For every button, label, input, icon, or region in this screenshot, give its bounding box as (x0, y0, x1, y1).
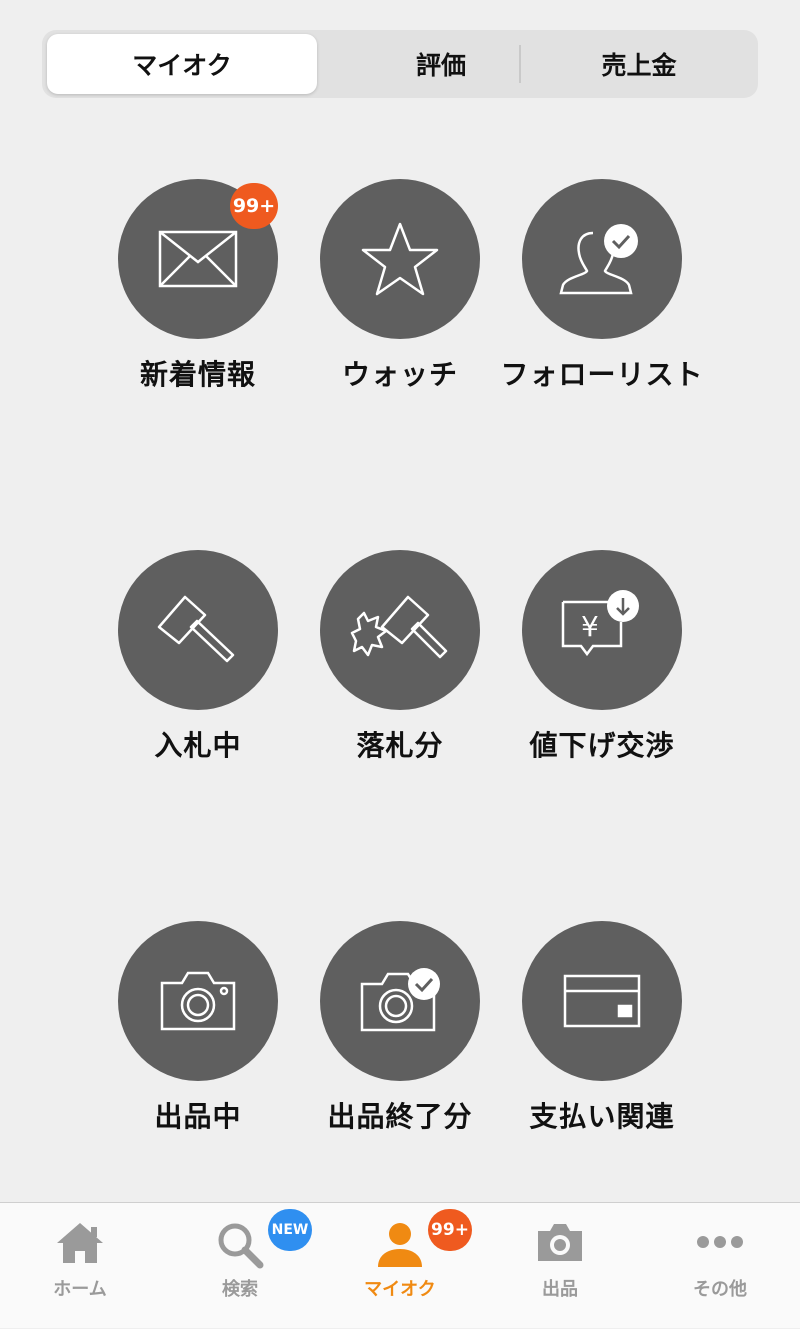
tab-more[interactable]: その他 (640, 1203, 800, 1329)
menu-item-price-negotiation[interactable]: ¥ 値下げ交渉 (502, 550, 702, 764)
menu-item-bidding[interactable]: 入札中 (98, 550, 298, 764)
camera-check-icon (360, 968, 440, 1032)
menu-label: 入札中 (154, 729, 242, 762)
menu-label: ウォッチ (341, 358, 458, 391)
menu-item-new-info[interactable]: 99+ 新着情報 (98, 179, 298, 393)
tab-search[interactable]: NEW 検索 (160, 1203, 320, 1329)
star-icon (361, 222, 439, 296)
menu-circle (320, 921, 480, 1081)
bottom-tab-bar: ホーム NEW 検索 99+ マイオク 出品 その他 (0, 1202, 800, 1328)
menu-item-payment[interactable]: 支払い関連 (502, 921, 702, 1135)
menu-label: 落札分 (356, 729, 444, 762)
search-icon (218, 1223, 264, 1269)
menu-circle (522, 179, 682, 339)
menu-item-listing-ended[interactable]: 出品終了分 (300, 921, 500, 1135)
menu-circle: ¥ (522, 550, 682, 710)
menu-item-watch[interactable]: ウォッチ (300, 179, 500, 393)
menu-label: 出品中 (154, 1100, 242, 1133)
tab-home[interactable]: ホーム (0, 1203, 160, 1329)
new-badge: NEW (268, 1209, 312, 1251)
menu-circle (320, 179, 480, 339)
notification-badge: 99+ (230, 183, 278, 229)
camera-icon (538, 1224, 582, 1261)
menu-item-won[interactable]: 落札分 (300, 550, 500, 764)
gavel-strike-icon (350, 595, 448, 659)
user-check-icon (559, 224, 638, 295)
segment-myauc[interactable]: マイオク (47, 34, 317, 94)
person-icon (378, 1223, 422, 1267)
segmented-control: マイオク 評価 売上金 (42, 30, 758, 98)
home-icon (57, 1223, 103, 1263)
menu-circle: 99+ (118, 179, 278, 339)
envelope-icon (158, 230, 238, 288)
menu-label: 値下げ交渉 (529, 729, 675, 762)
tab-label: 検索 (222, 1279, 258, 1300)
tab-label: マイオク (364, 1279, 436, 1300)
menu-circle (522, 921, 682, 1081)
svg-text:¥: ¥ (581, 610, 599, 643)
more-dots-icon (697, 1236, 743, 1248)
menu-circle (118, 550, 278, 710)
yen-bubble-down-icon: ¥ (561, 590, 639, 657)
gavel-icon (157, 595, 235, 663)
tab-label: ホーム (53, 1279, 107, 1300)
menu-label: 出品終了分 (327, 1100, 473, 1133)
menu-item-listing[interactable]: 出品中 (98, 921, 298, 1135)
tab-label: その他 (693, 1279, 747, 1300)
tab-label: 出品 (542, 1279, 578, 1300)
menu-item-follow-list[interactable]: フォローリスト (500, 179, 704, 393)
segment-sales[interactable]: 売上金 (520, 30, 758, 98)
menu-circle (118, 921, 278, 1081)
menu-label: フォローリスト (500, 358, 704, 391)
tab-myauc[interactable]: 99+ マイオク (320, 1203, 480, 1329)
tab-sell[interactable]: 出品 (480, 1203, 640, 1329)
menu-circle (320, 550, 480, 710)
notification-badge: 99+ (428, 1209, 472, 1251)
credit-card-icon (563, 974, 641, 1028)
menu-label: 新着情報 (139, 358, 256, 391)
camera-icon (160, 971, 236, 1031)
menu-label: 支払い関連 (529, 1100, 675, 1133)
